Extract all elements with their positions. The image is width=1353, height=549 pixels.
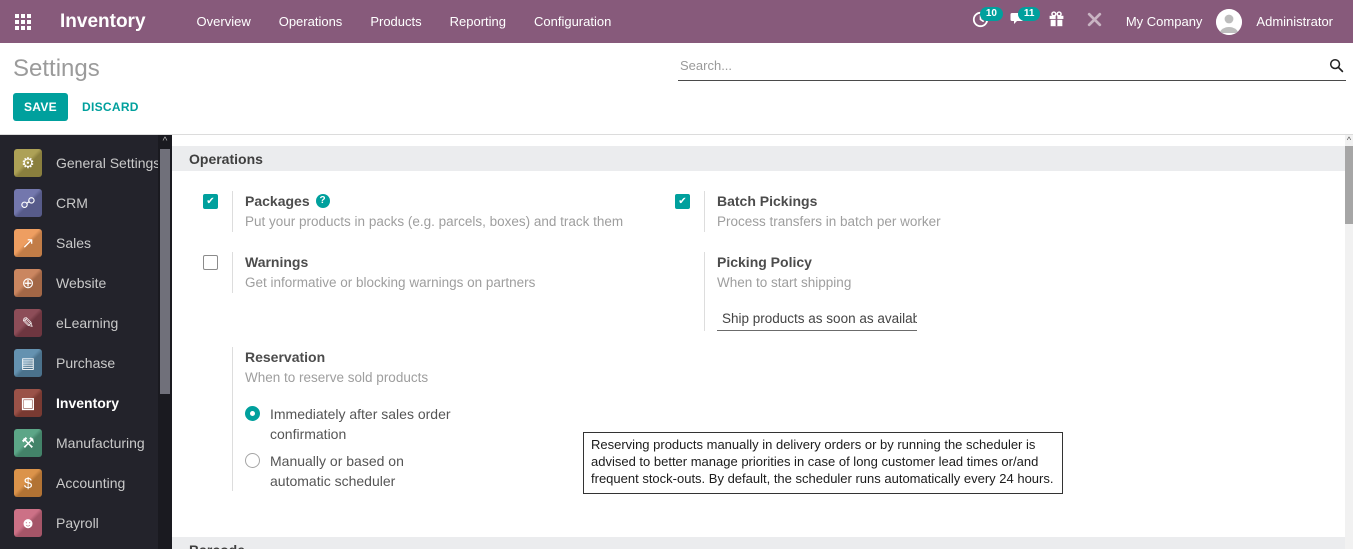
sidebar-item-label: Purchase bbox=[56, 355, 116, 371]
settings-app-sidebar: ⚙ General Settings ☍ CRM ↗ Sales ⊕ Websi… bbox=[0, 135, 172, 549]
setting-description: When to reserve sold products bbox=[245, 370, 429, 385]
wrench-icon: ⚒ bbox=[14, 429, 42, 457]
sidebar-item-label: CRM bbox=[56, 195, 88, 211]
setting-warnings: Warnings Get informative or blocking war… bbox=[203, 252, 535, 293]
handshake-icon: ☍ bbox=[14, 189, 42, 217]
section-header-operations: Operations bbox=[172, 146, 1345, 171]
sidebar-item-label: Website bbox=[56, 275, 107, 291]
sidebar-item-label: Payroll bbox=[56, 515, 99, 531]
content-scrollbar[interactable]: ^ bbox=[1345, 135, 1353, 549]
sidebar-scrollbar[interactable]: ^ bbox=[158, 135, 172, 549]
radio-selected-icon[interactable] bbox=[245, 406, 260, 421]
search-bar bbox=[678, 53, 1346, 81]
page-title: Settings bbox=[13, 55, 100, 82]
sidebar-item-accounting[interactable]: $ Accounting bbox=[0, 463, 172, 503]
accounting-invoice-icon: $ bbox=[14, 469, 42, 497]
app-menu: Overview Operations Products Reporting C… bbox=[186, 8, 623, 35]
setting-description: When to start shipping bbox=[717, 275, 852, 290]
sidebar-item-label: General Settings bbox=[56, 155, 161, 171]
sales-chart-icon: ↗ bbox=[14, 229, 42, 257]
user-menu[interactable]: Administrator bbox=[1246, 14, 1343, 29]
setting-label: Warnings bbox=[245, 254, 309, 270]
sidebar-item-purchase[interactable]: ▤ Purchase bbox=[0, 343, 172, 383]
search-input[interactable] bbox=[678, 53, 1322, 78]
help-icon[interactable]: ? bbox=[315, 194, 330, 208]
setting-label: Picking Policy bbox=[717, 254, 812, 270]
sidebar-item-label: Manufacturing bbox=[56, 435, 145, 451]
company-switcher[interactable]: My Company bbox=[1116, 14, 1213, 29]
setting-description: Put your products in packs (e.g. parcels… bbox=[245, 214, 624, 229]
sidebar-item-elearning[interactable]: ✎ eLearning bbox=[0, 303, 172, 343]
reservation-radio-group: Immediately after sales order confirmati… bbox=[245, 404, 460, 491]
setting-packages: ✔ Packages ? Put your products in packs … bbox=[203, 191, 623, 232]
sidebar-item-sales[interactable]: ↗ Sales bbox=[0, 223, 172, 263]
sidebar-item-crm[interactable]: ☍ CRM bbox=[0, 183, 172, 223]
picking-policy-select[interactable]: Ship products as soon as available bbox=[717, 308, 917, 331]
menu-overview[interactable]: Overview bbox=[186, 8, 262, 35]
search-icon[interactable] bbox=[1329, 58, 1344, 78]
messages-badge: 11 bbox=[1017, 6, 1041, 21]
packages-checkbox[interactable]: ✔ bbox=[203, 194, 218, 209]
setting-reservation: Reservation When to reserve sold product… bbox=[203, 347, 460, 491]
warnings-checkbox[interactable] bbox=[203, 255, 218, 270]
sidebar-item-label: Accounting bbox=[56, 475, 126, 491]
activities-button[interactable]: 10 bbox=[964, 5, 1003, 39]
radio-option-manually[interactable]: Manually or based on automatic scheduler bbox=[245, 451, 460, 491]
setting-label: Batch Pickings bbox=[717, 193, 818, 209]
scroll-up-icon[interactable]: ^ bbox=[1345, 135, 1353, 146]
setting-label: Reservation bbox=[245, 349, 326, 365]
sidebar-item-manufacturing[interactable]: ⚒ Manufacturing bbox=[0, 423, 172, 463]
app-title: Inventory bbox=[60, 10, 146, 32]
setting-batch-pickings: ✔ Batch Pickings Process transfers in ba… bbox=[675, 191, 941, 232]
section-header-barcode: Barcode bbox=[172, 537, 1345, 549]
radio-unselected-icon[interactable] bbox=[245, 453, 260, 468]
settings-panel: Operations ✔ Packages ? Put your product… bbox=[172, 135, 1353, 549]
discard-button[interactable]: DISCARD bbox=[82, 100, 139, 114]
radio-option-immediately[interactable]: Immediately after sales order confirmati… bbox=[245, 404, 460, 444]
payroll-person-icon: ☻ bbox=[14, 509, 42, 537]
inventory-box-icon: ▣ bbox=[14, 389, 42, 417]
sidebar-item-general-settings[interactable]: ⚙ General Settings bbox=[0, 143, 172, 183]
messages-button[interactable]: 11 bbox=[1002, 5, 1041, 39]
sidebar-item-inventory[interactable]: ▣ Inventory bbox=[0, 383, 172, 423]
tools-button[interactable] bbox=[1078, 5, 1112, 39]
purchase-card-icon: ▤ bbox=[14, 349, 42, 377]
sidebar-item-label: Sales bbox=[56, 235, 92, 251]
batch-pickings-checkbox[interactable]: ✔ bbox=[675, 194, 690, 209]
sidebar-item-label: Inventory bbox=[56, 395, 120, 411]
menu-configuration[interactable]: Configuration bbox=[523, 8, 622, 35]
content-scrollbar-thumb[interactable] bbox=[1345, 146, 1353, 224]
sidebar-item-label: eLearning bbox=[56, 315, 119, 331]
sidebar-scrollbar-thumb[interactable] bbox=[160, 149, 170, 394]
activities-badge: 10 bbox=[979, 6, 1003, 21]
user-avatar[interactable] bbox=[1216, 8, 1243, 35]
menu-reporting[interactable]: Reporting bbox=[439, 8, 517, 35]
gift-button[interactable] bbox=[1040, 5, 1074, 39]
apps-grid-icon bbox=[15, 13, 19, 18]
sidebar-item-payroll[interactable]: ☻ Payroll bbox=[0, 503, 172, 543]
sidebar-item-website[interactable]: ⊕ Website bbox=[0, 263, 172, 303]
setting-picking-policy: Picking Policy When to start shipping Sh… bbox=[675, 252, 917, 331]
crossed-tools-icon bbox=[1086, 11, 1103, 33]
setting-label: Packages ? bbox=[245, 191, 623, 211]
menu-products[interactable]: Products bbox=[359, 8, 432, 35]
globe-icon: ⊕ bbox=[14, 269, 42, 297]
control-panel: Settings SAVE DISCARD bbox=[0, 43, 1353, 135]
gear-icon: ⚙ bbox=[14, 149, 42, 177]
setting-description: Get informative or blocking warnings on … bbox=[245, 275, 536, 290]
scroll-up-icon[interactable]: ^ bbox=[158, 135, 172, 148]
setting-description: Process transfers in batch per worker bbox=[717, 214, 941, 229]
scheduler-tooltip: Reserving products manually in delivery … bbox=[583, 432, 1063, 494]
top-navbar: Inventory Overview Operations Products R… bbox=[0, 0, 1353, 43]
menu-operations[interactable]: Operations bbox=[268, 8, 354, 35]
apps-menu-button[interactable] bbox=[0, 0, 46, 43]
save-button[interactable]: SAVE bbox=[13, 93, 68, 121]
elearning-icon: ✎ bbox=[14, 309, 42, 337]
gift-icon bbox=[1048, 10, 1065, 33]
